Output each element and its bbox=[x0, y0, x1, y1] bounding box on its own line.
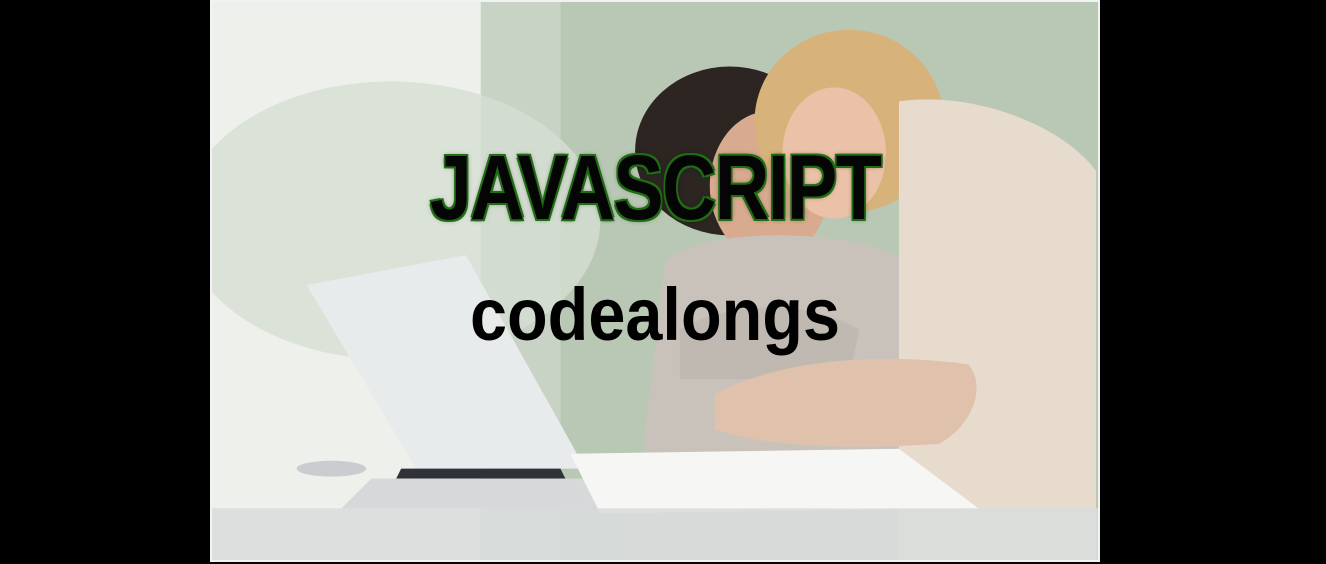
laptop-base bbox=[341, 478, 616, 509]
subtitle-text: codealongs bbox=[469, 273, 841, 356]
banner-stage: JAVASCRIPT codealongs bbox=[0, 0, 1326, 564]
photo-frame: JAVASCRIPT codealongs bbox=[210, 0, 1100, 562]
laptop-hinge bbox=[396, 468, 566, 479]
table-reflection bbox=[212, 508, 1098, 560]
phone-on-table bbox=[296, 460, 367, 477]
title-text: JAVASCRIPT bbox=[429, 137, 882, 239]
